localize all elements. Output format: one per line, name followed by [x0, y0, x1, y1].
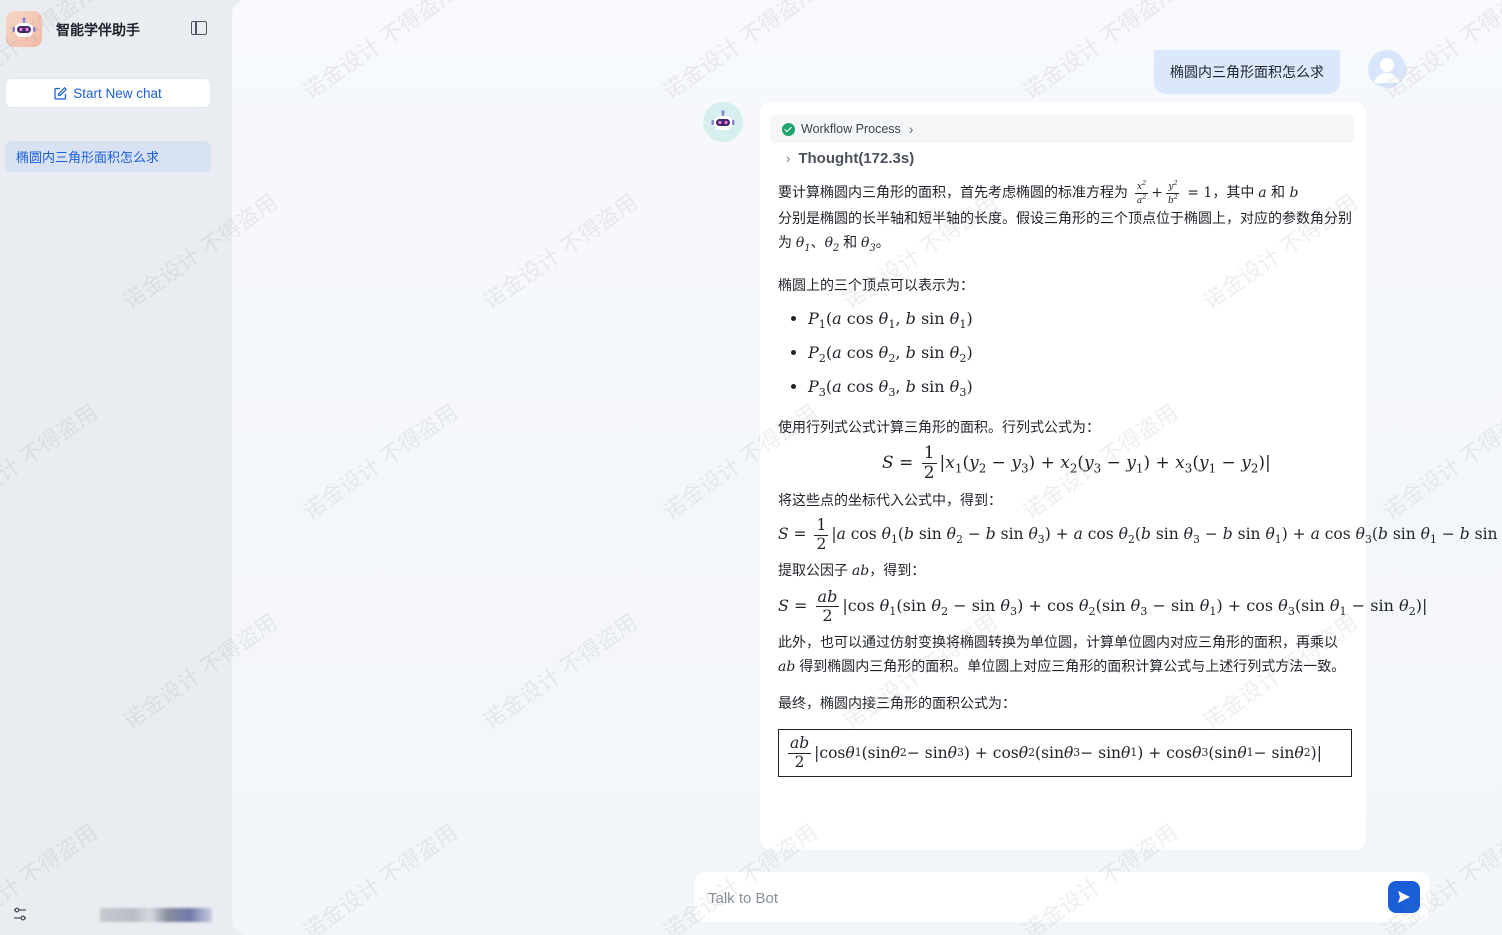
answer-text: 。 [875, 233, 890, 250]
chat-input[interactable] [706, 885, 1370, 911]
start-new-chat-button[interactable]: Start New chat [5, 78, 211, 108]
robot-avatar-icon [711, 110, 735, 130]
thought-toggle[interactable]: › Thought(172.3s) [786, 147, 914, 169]
answer-paragraph: 椭圆上的三个顶点可以表示为： [778, 273, 1358, 297]
vertex-list: P1(a cos θ1, b sin θ1) P2(a cos θ2, b si… [778, 305, 1358, 408]
answer-paragraph: 要计算椭圆内三角形的面积，首先考虑椭圆的标准方程为 x2 a2 + y2 b2 = … [778, 179, 1352, 254]
chat-history-item-label: 椭圆内三角形面积怎么求 [16, 150, 160, 165]
app-title: 智能学伴助手 [56, 22, 140, 38]
answer-text: 使用行列式公式计算三角形的面积。行列式公式为： [778, 419, 1100, 436]
chevron-right-icon: › [786, 150, 791, 166]
math-block: S = ab 2 |cos θ1(sin θ2 − sin θ3) + cos θ2… [778, 587, 1428, 626]
sidebar: 智能学伴助手 Start New chat 椭圆内三角形面积怎么求 [0, 0, 232, 935]
chat-main-panel: 椭圆内三角形面积怎么求 Workflow Process › › Thought… [232, 0, 1502, 935]
send-icon [1398, 891, 1410, 903]
user-avatar-icon [1368, 50, 1406, 88]
answer-paragraph: 此外，也可以通过仿射变换将椭圆转换为单位圆，计算单位圆内对应三角形的面积，再乘以… [778, 634, 1346, 676]
answer-text: 、 [810, 233, 825, 250]
edit-icon [54, 86, 68, 100]
answer-paragraph: 提取公因子 ab，得到： [778, 562, 926, 580]
answer-text: ，其中 [1212, 184, 1255, 200]
math-fraction: y2 b2 [1166, 179, 1180, 206]
list-item: P1(a cos θ1, b sin θ1) [808, 305, 1358, 339]
chat-input-box [694, 872, 1430, 922]
sidebar-collapse-icon[interactable] [191, 21, 207, 35]
answer-text: 要计算椭圆内三角形的面积，首先考虑椭圆的标准方程为 [778, 184, 1128, 200]
start-new-chat-label: Start New chat [73, 85, 162, 101]
list-item: P3(a cos θ3, b sin θ3) [808, 373, 1358, 407]
answer-content: 要计算椭圆内三角形的面积，首先考虑椭圆的标准方程为 x2 a2 + y2 b2 = … [778, 179, 1502, 778]
answer-text: 最终，椭圆内接三角形的面积公式为： [778, 695, 1016, 712]
answer-text: 此外，也可以通过仿射变换将椭圆转换为单位圆，计算单位圆内对应三角形的面积，再乘以 [778, 634, 1338, 651]
answer-text: 和 [843, 233, 858, 250]
list-item: P2(a cos θ2, b sin θ2) [808, 339, 1358, 373]
answer-text: ，得到： [869, 562, 926, 579]
answer-paragraph: 最终，椭圆内接三角形的面积公式为： [778, 691, 1358, 715]
thought-label: Thought(172.3s) [798, 149, 915, 167]
final-formula-box: ab 2 |cos θ 1 (sin θ2 − sin θ 3) + cos θ 2 (sin… [778, 729, 1352, 778]
user-message-text: 椭圆内三角形面积怎么求 [1170, 64, 1324, 80]
chat-history-item[interactable]: 椭圆内三角形面积怎么求 [5, 141, 211, 172]
answer-paragraph: 将这些点的坐标代入公式中，得到： [778, 488, 1358, 512]
user-account-info[interactable] [100, 908, 212, 922]
math-block: S = 1 2 |a cos θ1(b sin θ2 − b sin θ3) + a… [778, 516, 1502, 553]
workflow-process-toggle[interactable]: Workflow Process › [770, 115, 1354, 143]
answer-text: 将这些点的坐标代入公式中，得到： [778, 492, 1002, 509]
bot-message-card: Workflow Process › › Thought(172.3s) 要计算… [760, 102, 1502, 850]
answer-paragraph: 使用行列式公式计算三角形的面积。行列式公式为： [778, 415, 1358, 439]
check-circle-icon [782, 122, 795, 136]
app-header: 智能学伴助手 [0, 0, 232, 56]
answer-text: 得到椭圆内三角形的面积。单位圆上对应三角形的面积计算公式与上述行列式方法一致。 [799, 658, 1346, 675]
send-button[interactable] [1388, 881, 1420, 913]
answer-text: 提取公因子 [778, 562, 848, 579]
robot-logo-icon [6, 11, 42, 47]
bot-avatar [703, 102, 743, 142]
math-block: S = 1 2 |x1(y2 − y3) + x2(y3 − y1) + x3(y1… [882, 443, 1271, 484]
chevron-right-icon: › [908, 121, 914, 137]
answer-text: 椭圆上的三个顶点可以表示为： [778, 276, 974, 293]
workflow-process-label: Workflow Process [801, 122, 901, 136]
answer-text: 和 [1271, 184, 1286, 200]
math-fraction: x2 a2 [1135, 179, 1149, 206]
user-message-bubble: 椭圆内三角形面积怎么求 [1154, 50, 1340, 94]
sliders-icon[interactable] [12, 906, 28, 922]
